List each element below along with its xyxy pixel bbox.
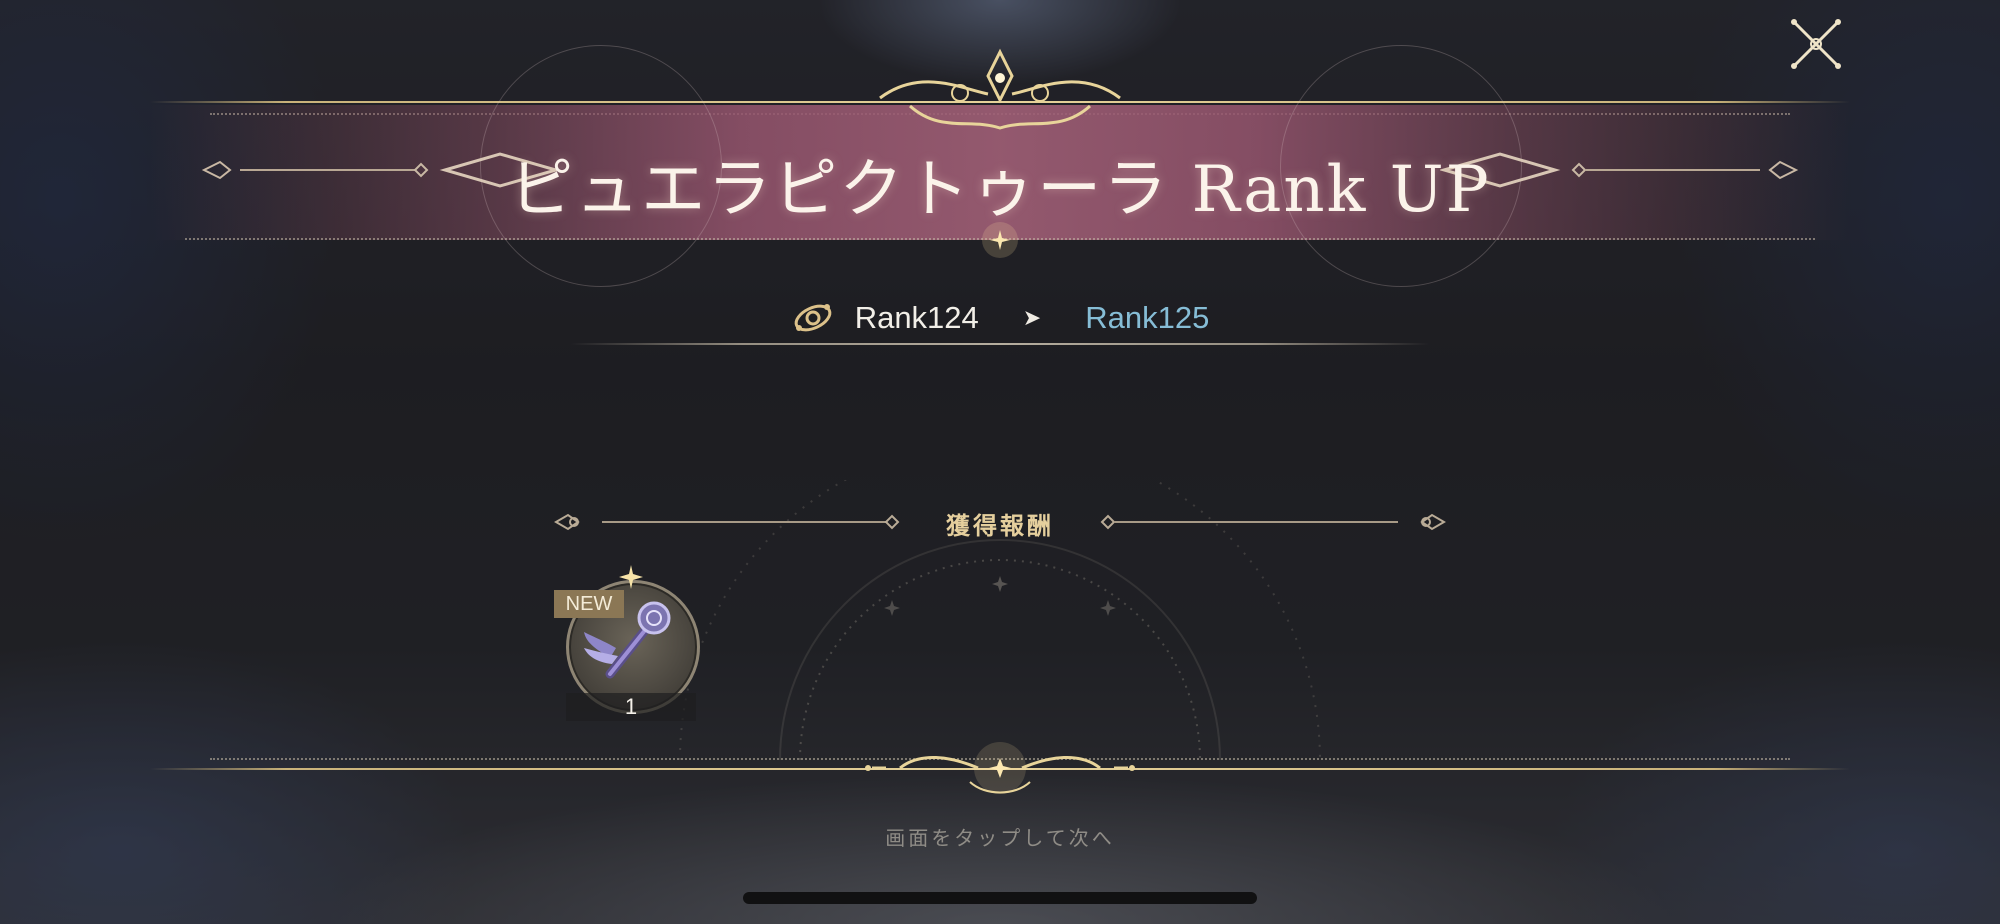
reward-section-title: 獲得報酬: [946, 512, 1054, 540]
home-indicator[interactable]: [743, 892, 1257, 904]
rank-arrow-icon: ➤: [1022, 305, 1042, 331]
reward-item[interactable]: NEW 1: [554, 565, 702, 721]
close-icon: [1791, 19, 1841, 69]
new-badge: NEW: [554, 590, 624, 618]
sparkle-icon: [982, 222, 1018, 258]
close-button[interactable]: [1788, 16, 1844, 72]
rank-next: Rank125: [1085, 300, 1210, 335]
rank-underline: [570, 343, 1430, 345]
crest-ornament: [879, 48, 1121, 130]
tap-to-continue-hint: 画面をタップして次へ: [885, 826, 1115, 850]
rank-emblem-icon: [794, 304, 832, 332]
reward-item-count: 1: [624, 694, 638, 719]
rank-change-row: Rank124 ➤ Rank125: [0, 296, 2000, 340]
page-title: ピュエラピクトゥーラ Rank UP: [509, 153, 1491, 227]
bottom-crest-ornament: [865, 742, 1135, 794]
rank-current: Rank124: [854, 300, 979, 335]
new-sparkle-icon: [619, 565, 643, 589]
